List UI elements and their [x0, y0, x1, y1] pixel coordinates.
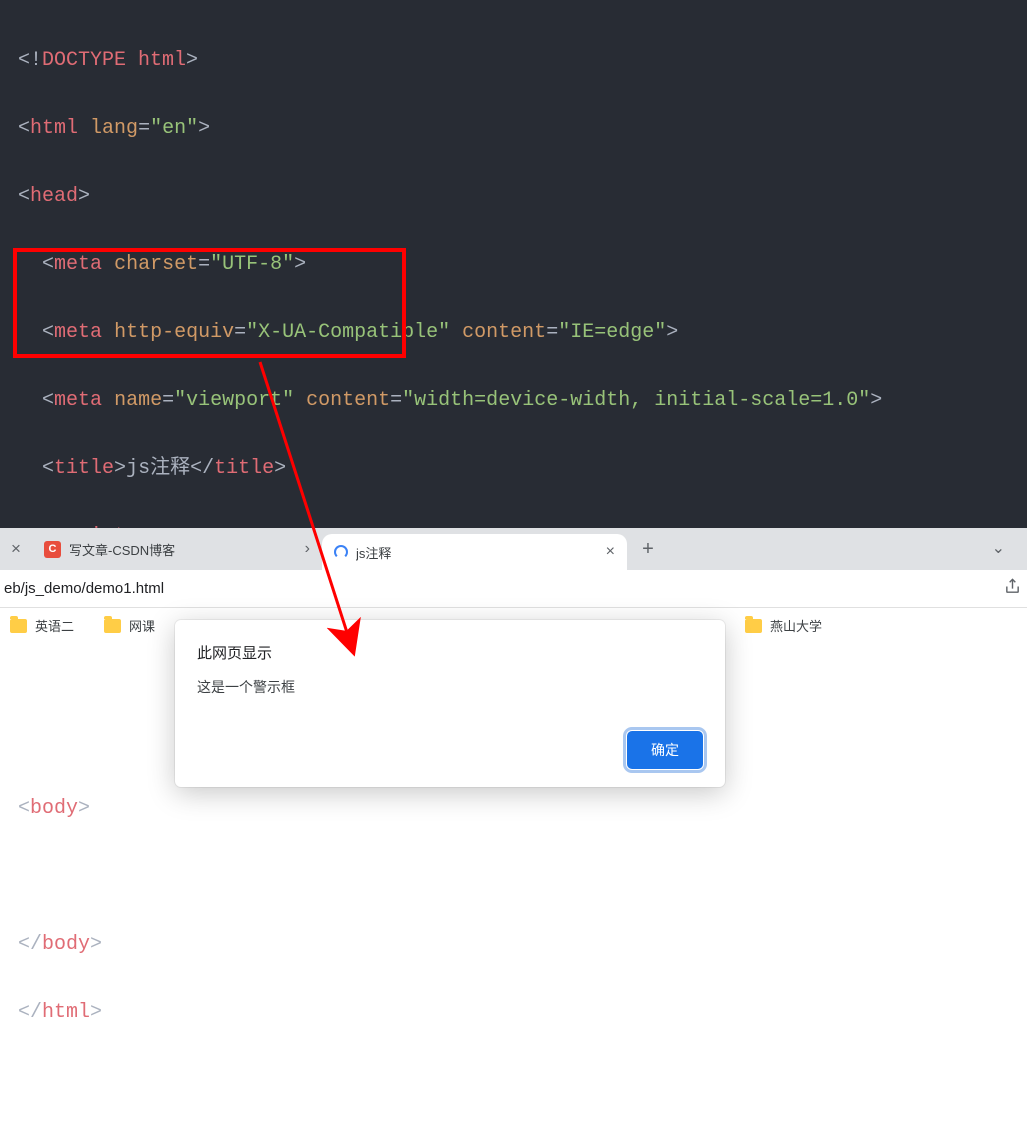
new-tab-button[interactable]: + — [633, 534, 663, 564]
code-line: <body> — [18, 792, 1009, 826]
close-icon[interactable]: × — [606, 543, 615, 561]
code-line: <meta http-equiv="X-UA-Compatible" conte… — [18, 316, 1009, 350]
address-text: eb/js_demo/demo1.html — [4, 580, 1004, 597]
code-line: <head> — [18, 180, 1009, 214]
browser-tab-inactive[interactable]: C 写文章-CSDN博客 › — [32, 531, 322, 567]
folder-icon — [745, 619, 762, 633]
dialog-title: 此网页显示 — [197, 642, 703, 663]
code-editor[interactable]: <!DOCTYPE html> <html lang="en"> <head> … — [0, 0, 1027, 528]
browser-tab-active[interactable]: js注释 × — [322, 534, 627, 570]
close-icon[interactable]: × — [0, 528, 32, 570]
code-line: </html> — [18, 996, 1009, 1030]
bookmark-label: 燕山大学 — [770, 616, 822, 635]
chevron-right-icon[interactable]: › — [305, 540, 310, 558]
chevron-down-icon[interactable]: ⌄ — [992, 538, 1005, 558]
loading-spinner-icon — [334, 545, 348, 559]
code-line: <meta name="viewport" content="width=dev… — [18, 384, 1009, 418]
bookmark-item[interactable]: 英语二 — [10, 616, 74, 635]
tab-title: 写文章-CSDN博客 — [69, 540, 297, 559]
share-icon[interactable] — [1004, 578, 1021, 600]
bookmark-item[interactable]: 网课 — [104, 616, 155, 635]
alert-dialog: 此网页显示 这是一个警示框 确定 — [175, 620, 725, 787]
code-line: </body> — [18, 928, 1009, 962]
code-line: <meta charset="UTF-8"> — [18, 248, 1009, 282]
bookmark-label: 英语二 — [35, 616, 74, 635]
bookmark-item[interactable]: 燕山大学 — [745, 616, 822, 635]
favicon-csdn-icon: C — [44, 541, 61, 558]
tab-strip: × C 写文章-CSDN博客 › js注释 × + ⌄ — [0, 528, 1027, 570]
code-line: <html lang="en"> — [18, 112, 1009, 146]
folder-icon — [104, 619, 121, 633]
code-line: <title>js注释</title> — [18, 452, 1009, 486]
tab-title: js注释 — [356, 543, 598, 562]
ok-button[interactable]: 确定 — [627, 731, 703, 769]
bookmark-label: 网课 — [129, 616, 155, 635]
folder-icon — [10, 619, 27, 633]
code-line: <!DOCTYPE html> — [18, 44, 1009, 78]
code-line — [18, 860, 1009, 894]
dialog-message: 这是一个警示框 — [197, 677, 703, 697]
address-bar[interactable]: eb/js_demo/demo1.html — [0, 570, 1027, 608]
